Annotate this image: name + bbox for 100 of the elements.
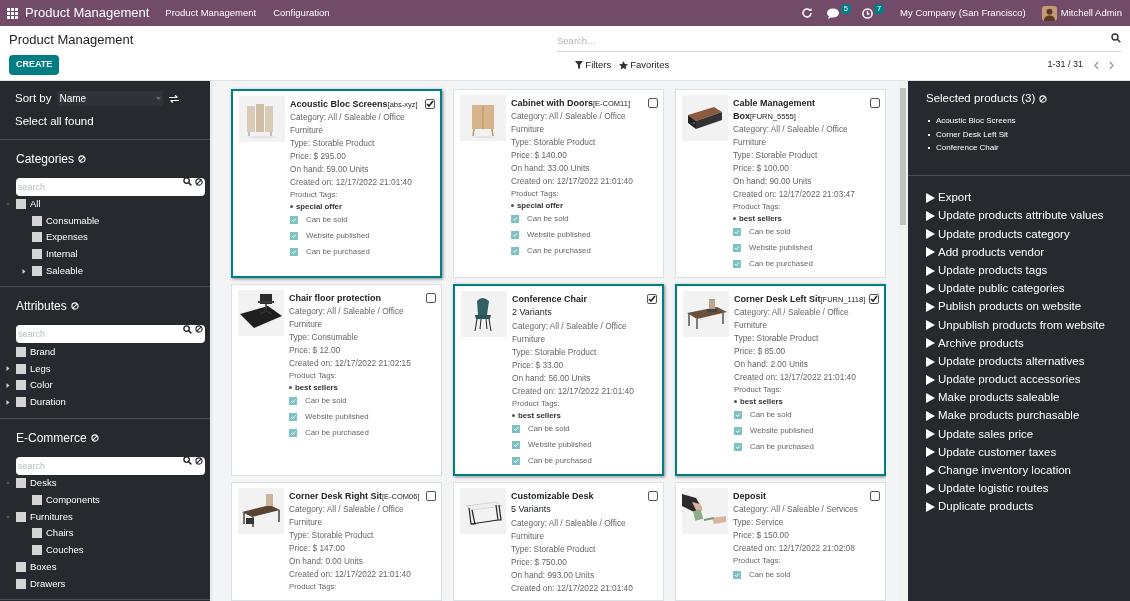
user-name[interactable]: Mitchell Admin xyxy=(1060,5,1122,21)
tree-item-label[interactable]: Color xyxy=(30,378,53,393)
action-item[interactable]: Make products saleable xyxy=(926,388,1130,407)
checkbox[interactable] xyxy=(16,478,26,489)
search-icon[interactable] xyxy=(183,325,192,334)
checkbox[interactable] xyxy=(734,443,742,451)
collapsed-caret-icon[interactable] xyxy=(6,399,10,405)
checkbox[interactable] xyxy=(16,562,26,573)
checkbox[interactable] xyxy=(16,198,26,209)
select-checkbox[interactable] xyxy=(869,294,879,304)
checkbox[interactable] xyxy=(733,228,741,236)
action-item[interactable]: Update logistic routes xyxy=(926,479,1130,498)
checkbox[interactable] xyxy=(511,215,519,223)
action-item[interactable]: Change inventory location xyxy=(926,461,1130,480)
checkbox[interactable] xyxy=(289,397,297,405)
checkbox[interactable] xyxy=(16,397,26,408)
tree-item-label[interactable]: Couches xyxy=(46,543,84,558)
favorites-button[interactable]: Favorites xyxy=(619,57,670,73)
action-item[interactable]: Archive products xyxy=(926,334,1130,353)
menu-item[interactable]: Product Management xyxy=(165,5,257,21)
checkbox[interactable] xyxy=(733,260,741,268)
clock-icon[interactable] xyxy=(861,7,873,19)
avatar-icon[interactable] xyxy=(1041,5,1057,21)
tree-item-label[interactable]: Chairs xyxy=(46,526,74,541)
action-item[interactable]: Update sales price xyxy=(926,425,1130,444)
checkbox[interactable] xyxy=(290,248,298,256)
select-checkbox[interactable] xyxy=(426,491,436,501)
tree-item-label[interactable]: Duration xyxy=(30,395,66,410)
next-page-icon[interactable] xyxy=(1108,60,1115,70)
checkbox[interactable] xyxy=(32,232,42,243)
checkbox[interactable] xyxy=(16,346,26,357)
checkbox[interactable] xyxy=(16,511,26,522)
tree-item-label[interactable]: Internal xyxy=(46,247,78,262)
collapsed-caret-icon[interactable] xyxy=(22,268,26,274)
app-name[interactable]: Product Management xyxy=(25,3,150,23)
checkbox[interactable] xyxy=(32,494,42,505)
tree-item-label[interactable]: Consumable xyxy=(46,213,100,228)
search-icon[interactable] xyxy=(183,456,192,466)
checkbox[interactable] xyxy=(511,247,519,255)
tree-item-label[interactable]: Brand xyxy=(30,344,56,359)
tree-item-label[interactable]: Desks xyxy=(30,475,57,491)
search-icon[interactable] xyxy=(183,177,192,186)
select-checkbox[interactable] xyxy=(648,98,658,108)
checkbox[interactable] xyxy=(734,427,742,435)
clear-icon[interactable] xyxy=(195,325,203,334)
product-card[interactable]: Customizable Desk 5 Variants Category: All / Saleable / Office Furniture Type: Storable Product Price: $ 750.00 On hand: 993.00 Units Created on: 12/17/2022 21:01:40 xyxy=(453,482,664,601)
clear-icon[interactable] xyxy=(195,456,203,465)
checkbox[interactable] xyxy=(734,411,742,419)
action-item[interactable]: Update products tags xyxy=(926,261,1130,280)
sort-direction-icon[interactable] xyxy=(169,94,180,103)
collapsed-caret-icon[interactable] xyxy=(6,382,10,388)
filters-button[interactable]: Filters xyxy=(575,57,612,73)
tree-item-label[interactable]: Legs xyxy=(30,361,51,376)
tree-item-label[interactable]: Components xyxy=(46,492,100,507)
tree-item-label[interactable]: Drawers xyxy=(30,576,66,591)
chat-icon[interactable] xyxy=(826,7,840,19)
action-item[interactable]: Export xyxy=(926,188,1130,207)
action-item[interactable]: Make products purchasable xyxy=(926,407,1130,426)
select-checkbox[interactable] xyxy=(426,293,436,303)
clear-icon[interactable] xyxy=(195,177,203,186)
tree-item-label[interactable]: Expenses xyxy=(46,230,88,245)
previous-page-icon[interactable] xyxy=(1093,60,1100,70)
checkbox[interactable] xyxy=(512,457,520,465)
scrollbar-thumb[interactable] xyxy=(900,88,906,225)
select-all-link[interactable]: Select all found xyxy=(15,113,195,131)
search-field[interactable]: search xyxy=(16,325,205,344)
product-card[interactable] xyxy=(453,284,664,476)
tree-item-label[interactable]: All xyxy=(30,196,41,211)
search-field[interactable]: search xyxy=(16,456,205,475)
tree-item-label[interactable]: Saleable xyxy=(46,263,83,279)
search-field[interactable]: Search... xyxy=(557,30,1121,52)
product-card[interactable] xyxy=(231,89,442,278)
select-checkbox[interactable] xyxy=(648,491,658,501)
checkbox[interactable] xyxy=(32,266,42,277)
search-icon[interactable] xyxy=(1111,33,1121,43)
menu-item[interactable]: Configuration xyxy=(273,5,330,21)
select-checkbox[interactable] xyxy=(647,294,657,304)
checkbox[interactable] xyxy=(512,425,520,433)
checkbox[interactable] xyxy=(32,528,42,539)
select-checkbox[interactable] xyxy=(870,491,880,501)
action-item[interactable]: Update product accessories xyxy=(926,370,1130,389)
checkbox[interactable] xyxy=(511,231,519,239)
action-item[interactable]: Update products category xyxy=(926,225,1130,244)
select-checkbox[interactable] xyxy=(870,98,880,108)
tree-item-label[interactable]: Boxes xyxy=(30,559,57,575)
checkbox[interactable] xyxy=(290,216,298,224)
product-card[interactable] xyxy=(675,284,886,476)
create-button[interactable]: CREATE xyxy=(9,55,60,75)
action-item[interactable]: Add products vendor xyxy=(926,243,1130,262)
action-item[interactable]: Update products alternatives xyxy=(926,352,1130,371)
action-item[interactable]: Unpublish products from website xyxy=(926,316,1130,335)
refresh-icon[interactable] xyxy=(800,7,813,19)
sort-select[interactable]: Name xyxy=(57,91,164,107)
apps-menu-icon[interactable] xyxy=(7,7,18,19)
checkbox[interactable] xyxy=(16,380,26,391)
collapsed-caret-icon[interactable] xyxy=(6,366,10,372)
checkbox[interactable] xyxy=(289,413,297,421)
checkbox[interactable] xyxy=(733,571,741,579)
select-checkbox[interactable] xyxy=(425,99,435,109)
checkbox[interactable] xyxy=(733,244,741,252)
